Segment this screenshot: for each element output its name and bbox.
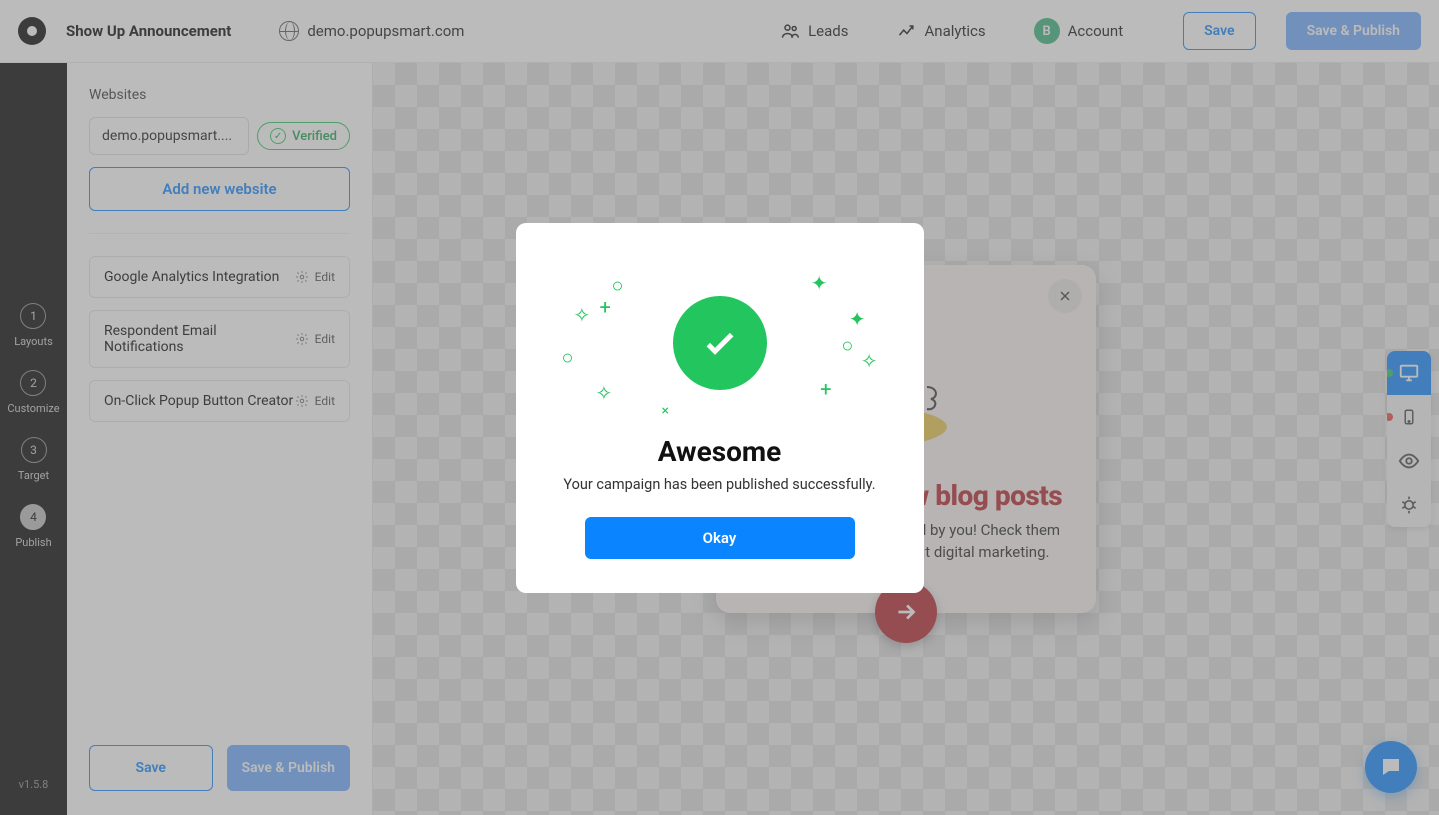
sparkle-icon: ○ (562, 345, 574, 370)
modal-ok-button[interactable]: Okay (585, 517, 855, 559)
sparkle-icon: ✧ (861, 349, 878, 373)
modal-title: Awesome (552, 435, 888, 468)
sparkle-icon: ✧ (574, 303, 591, 327)
sparkle-icon: + (600, 295, 611, 319)
sparkle-icon: ○ (841, 333, 853, 358)
sparkle-icon: × (662, 403, 669, 419)
sparkle-icon: ✦ (849, 307, 866, 331)
sparkle-icon: + (820, 377, 831, 401)
sparkle-icon: ✧ (596, 381, 613, 405)
success-check-icon (673, 296, 767, 390)
sparkle-icon: ✦ (811, 271, 828, 295)
success-modal: ○ ✦ ✧ + ✦ ✧ ○ ✧ × + ○ Awesome Your campa… (516, 223, 924, 593)
modal-illustration: ○ ✦ ✧ + ✦ ✧ ○ ✧ × + ○ (552, 263, 888, 423)
modal-overlay[interactable]: ○ ✦ ✧ + ✦ ✧ ○ ✧ × + ○ Awesome Your campa… (0, 0, 1439, 815)
modal-body: Your campaign has been published success… (552, 476, 888, 493)
check-icon (700, 323, 740, 363)
sparkle-icon: ○ (612, 273, 624, 298)
